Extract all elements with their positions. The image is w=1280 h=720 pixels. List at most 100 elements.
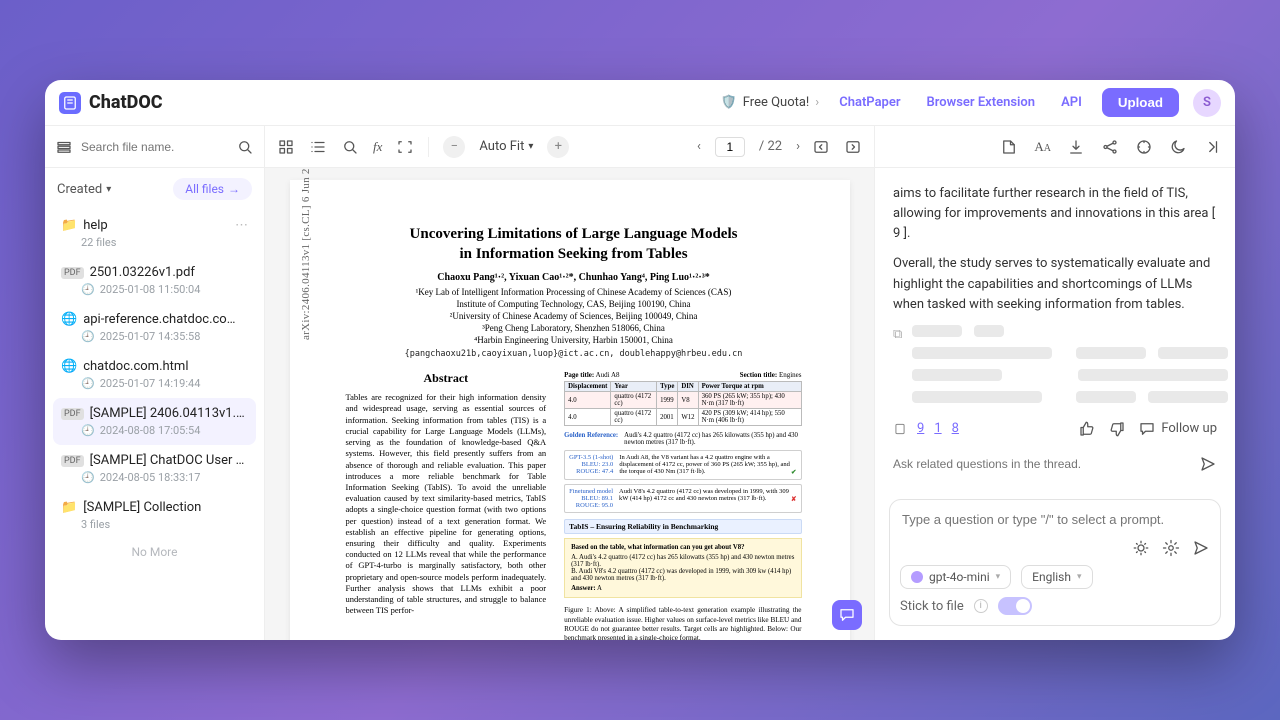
paper-title: Uncovering Limitations of Large Language…: [346, 224, 802, 265]
nav-browser-extension[interactable]: Browser Extension: [921, 91, 1042, 114]
more-icon[interactable]: ⋯: [235, 218, 248, 233]
zoom-out-button[interactable]: −: [443, 136, 465, 158]
list-view-icon[interactable]: [309, 138, 327, 156]
file-item[interactable]: PDF[SAMPLE] ChatDOC User Guid... 🕘2024-0…: [53, 445, 256, 492]
gift-icon: 🛡️: [721, 95, 737, 110]
send-thread-icon[interactable]: [1199, 455, 1217, 473]
prev-page-button[interactable]: ‹: [697, 139, 701, 154]
nav-chatpaper[interactable]: ChatPaper: [833, 91, 906, 114]
settings-icon[interactable]: [1162, 539, 1180, 557]
info-icon[interactable]: i: [974, 599, 988, 613]
brand-icon: [59, 92, 81, 114]
citation-link[interactable]: 8: [952, 419, 959, 439]
citation-link[interactable]: 1: [934, 419, 941, 439]
stick-to-file-toggle[interactable]: [998, 597, 1032, 615]
thumbs-down-icon[interactable]: [1108, 420, 1126, 438]
thread-input-row: [893, 449, 1217, 479]
bookmark-icon[interactable]: [1000, 138, 1018, 156]
clock-icon: 🕘: [81, 471, 95, 484]
arxiv-strip: arXiv:2406.04113v1 [cs.CL] 6 Jun 2024: [300, 168, 312, 340]
citations-icon[interactable]: [893, 422, 907, 436]
web-icon: 🌐: [61, 359, 77, 374]
follow-up-button[interactable]: Follow up: [1138, 419, 1217, 439]
file-sidebar: Created ▾ All files → 📁 help ⋯ 22 file: [45, 126, 265, 640]
file-list: 📁 help ⋯ 22 files PDF2501.03226v1.pdf 🕘2…: [45, 210, 264, 640]
paper-emails: {pangchaoxu21b,caoyixuan,luop}@ict.ac.cn…: [346, 349, 802, 359]
theme-icon[interactable]: [1169, 138, 1187, 156]
citation-link[interactable]: 9: [917, 419, 924, 439]
clock-icon: 🕘: [81, 283, 95, 296]
capture-icon[interactable]: [396, 138, 414, 156]
free-quota-link[interactable]: 🛡️ Free Quota! ›: [721, 95, 820, 110]
send-icon[interactable]: [1192, 539, 1210, 557]
model-icon: [911, 571, 923, 583]
message-actions: 9 1 8 Follow up: [893, 419, 1217, 439]
chat-toggle-button[interactable]: [832, 600, 862, 630]
web-icon: 🌐: [61, 312, 77, 327]
page-total: / 22: [759, 139, 782, 154]
zoom-in-button[interactable]: +: [547, 136, 569, 158]
filter-all-files[interactable]: All files →: [173, 178, 252, 200]
folder-item[interactable]: 📁 help ⋯ 22 files: [53, 210, 256, 257]
search-icon[interactable]: [236, 138, 254, 156]
font-size-icon[interactable]: AA: [1034, 139, 1051, 155]
formula-icon[interactable]: fx: [373, 139, 382, 155]
nav-api[interactable]: API: [1055, 91, 1088, 114]
doc-toolbar: fx − Auto Fit ▾ + ‹ / 22 ›: [265, 126, 874, 168]
zoom-mode-dropdown[interactable]: Auto Fit ▾: [479, 139, 533, 154]
paper-authors: Chaoxu Pang¹·², Yixuan Cao¹·²*, Chunhao …: [346, 272, 802, 283]
nav-back-icon[interactable]: [812, 138, 830, 156]
page-number-input[interactable]: [715, 137, 745, 157]
figure-caption: Figure 1: Above: A simplified table-to-t…: [564, 606, 801, 640]
avatar[interactable]: S: [1193, 89, 1221, 117]
arrow-right-icon: →: [228, 182, 240, 196]
sort-dropdown[interactable]: Created ▾: [57, 182, 111, 197]
suggest-icon[interactable]: [1132, 539, 1150, 557]
document-pane: fx − Auto Fit ▾ + ‹ / 22 ›: [265, 126, 875, 640]
clock-icon: 🕘: [81, 424, 95, 437]
collapse-panel-icon[interactable]: [1203, 138, 1221, 156]
search-doc-icon[interactable]: [341, 138, 359, 156]
file-item[interactable]: 📁[SAMPLE] Collection 3 files: [53, 492, 256, 539]
composer: gpt-4o-mini ▾ English ▾ Stick to file i: [889, 499, 1221, 626]
abstract-text: Tables are recognized for their high inf…: [346, 392, 547, 616]
download-icon[interactable]: [1067, 138, 1085, 156]
file-item-active[interactable]: PDF[SAMPLE] 2406.04113v1.pdf 🕘2024-08-08…: [53, 398, 256, 445]
grid-view-icon[interactable]: [277, 138, 295, 156]
assistant-message: Overall, the study serves to systematica…: [893, 254, 1217, 314]
doc-viewport[interactable]: arXiv:2406.04113v1 [cs.CL] 6 Jun 2024 Un…: [265, 168, 874, 640]
chat-scroll[interactable]: aims to facilitate further research in t…: [875, 168, 1235, 491]
composer-input[interactable]: [900, 508, 1210, 531]
folder-icon: 📁: [61, 500, 77, 515]
chevron-down-icon: ▾: [996, 572, 1001, 582]
chat-toolbar: AA: [875, 126, 1235, 168]
stick-to-file-label: Stick to file: [900, 599, 964, 614]
ai-icon[interactable]: [1135, 138, 1153, 156]
nav-forward-icon[interactable]: [844, 138, 862, 156]
file-item[interactable]: PDF2501.03226v1.pdf 🕘2025-01-08 11:50:04: [53, 257, 256, 304]
chevron-down-icon: ▾: [528, 141, 533, 152]
model-selector[interactable]: gpt-4o-mini ▾: [900, 565, 1011, 589]
share-icon[interactable]: [1101, 138, 1119, 156]
copy-icon[interactable]: ⧉: [893, 325, 902, 345]
collection-icon[interactable]: [55, 138, 73, 156]
chevron-down-icon: ▾: [106, 184, 111, 195]
loading-skeleton: [912, 325, 1228, 337]
figure-table: DisplacementYearTypeDINPower Torque at r…: [564, 381, 801, 426]
clock-icon: 🕘: [81, 330, 95, 343]
file-item[interactable]: 🌐chatdoc.com.html 🕘2025-01-07 14:19:44: [53, 351, 256, 398]
paper-affiliations: ¹Key Lab of Intelligent Information Proc…: [346, 286, 802, 347]
brand[interactable]: ChatDOC: [59, 92, 163, 114]
pdf-page: arXiv:2406.04113v1 [cs.CL] 6 Jun 2024 Un…: [290, 180, 850, 640]
no-more-label: No More: [53, 539, 256, 565]
assistant-message: aims to facilitate further research in t…: [893, 184, 1217, 244]
thumbs-up-icon[interactable]: [1078, 420, 1096, 438]
thread-input[interactable]: [893, 457, 1191, 471]
upload-button[interactable]: Upload: [1102, 88, 1179, 117]
file-item[interactable]: 🌐api-reference.chatdoc.com.h... 🕘2025-01…: [53, 304, 256, 351]
folder-icon: 📁: [61, 218, 77, 233]
abstract-heading: Abstract: [346, 371, 547, 386]
language-selector[interactable]: English ▾: [1021, 565, 1092, 589]
next-page-button[interactable]: ›: [796, 139, 800, 154]
sidebar-search-input[interactable]: [81, 140, 228, 154]
